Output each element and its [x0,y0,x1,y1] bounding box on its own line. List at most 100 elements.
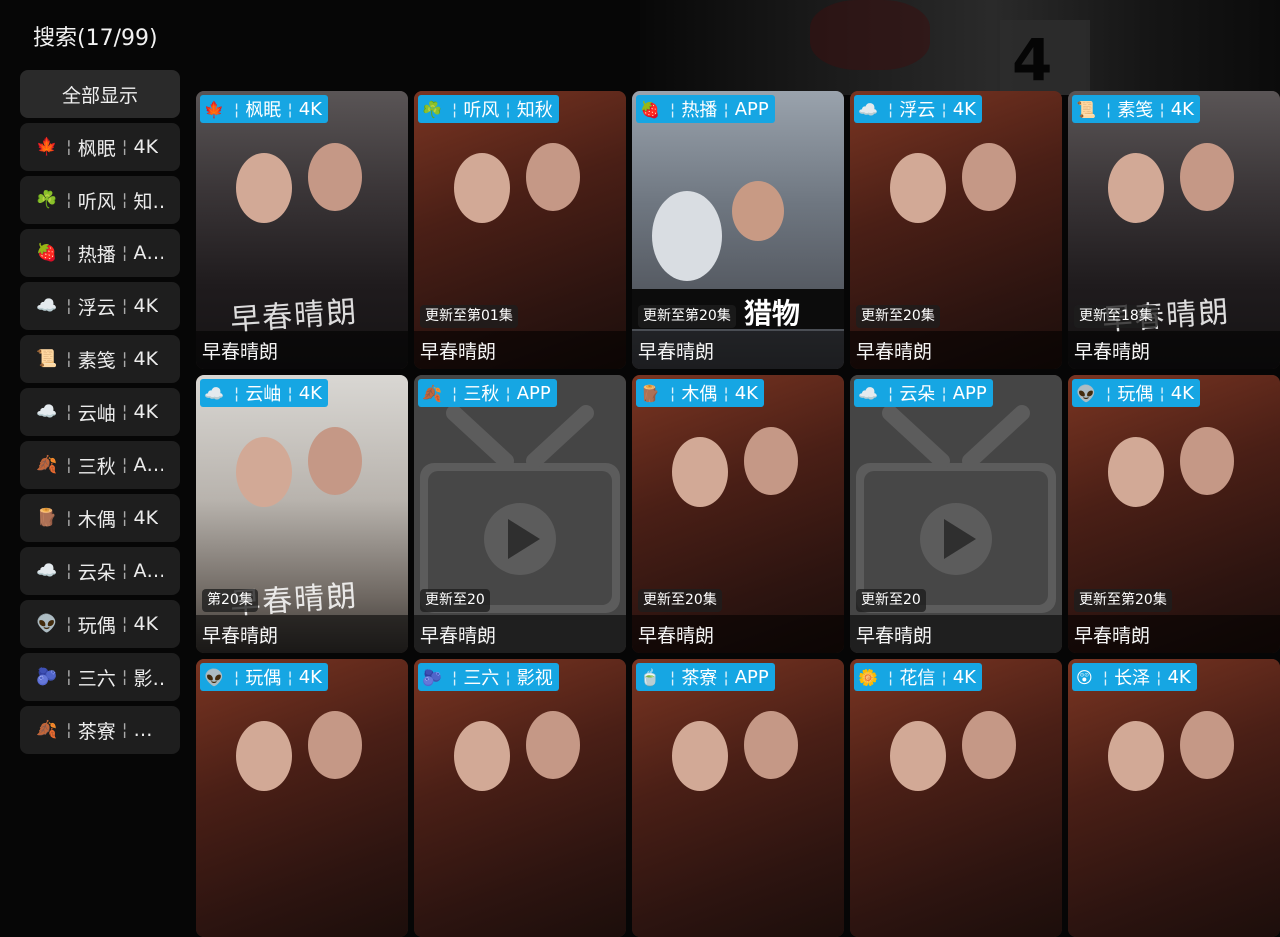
source-filter-item[interactable]: 🍂 ¦ 茶寮 ¦… [20,706,180,754]
episode-badge: 更新至第20集 [1074,589,1172,612]
tv-play-icon [420,405,620,613]
source-name: 素笺 [77,349,116,372]
separator: ¦ [1102,667,1109,687]
episode-badge: 更新至20 [420,589,490,612]
source-emoji-icon: ☁️ [36,402,58,422]
source-emoji-icon: 👽 [204,667,224,687]
result-card[interactable]: ☁️ ¦ 浮云 ¦ 4K 更新至20集 早春晴朗 [850,91,1062,369]
separator: ¦ [121,455,128,475]
poster-strip-text: 猎物 [744,297,801,330]
result-card[interactable]: 猎物 🍓 ¦ 热播 ¦ APP 更新至第20集 早春晴朗 [632,91,844,369]
source-filter-item[interactable]: 🍓 ¦ 热播 ¦ A… [20,229,180,277]
source-filter-item[interactable]: ☁️ ¦ 云岫 ¦ 4K [20,388,180,436]
tv-play-icon [856,405,1056,613]
separator: ¦ [505,99,511,119]
separator: ¦ [121,561,128,581]
separator: ¦ [669,99,676,119]
source-label: 👽 ¦ 玩偶 ¦ 4K [200,663,328,691]
source-filter-item[interactable]: 🍁 ¦ 枫眠 ¦ 4K [20,123,180,171]
source-name: 木偶 [681,384,718,405]
poster-image [1068,659,1280,937]
source-emoji-icon: ☁️ [36,561,58,581]
source-quality: 知… [133,190,163,213]
source-emoji-icon: 🍂 [36,455,58,475]
result-card[interactable]: 🌼 ¦ 花信 ¦ 4K [850,659,1062,937]
result-card[interactable]: 🫐 ¦ 三六 ¦ 影视 [414,659,626,937]
source-quality: 4K [133,613,159,635]
result-card[interactable]: 👽 ¦ 玩偶 ¦ 4K 更新至第20集 早春晴朗 [1068,375,1280,653]
separator: ¦ [233,99,240,119]
result-title: 早春晴朗 [850,615,1062,653]
source-emoji-icon: ☁️ [36,296,58,316]
separator: ¦ [66,349,72,369]
source-name: 云岫 [245,384,282,405]
result-card[interactable]: 🪵 ¦ 木偶 ¦ 4K 更新至20集 早春晴朗 [632,375,844,653]
source-quality: … [133,719,153,741]
separator: ¦ [451,667,458,687]
source-emoji-icon: 🪵 [640,383,660,403]
source-filter-sidebar: 全部显示 🍁¦枫眠¦4K☘️¦听风¦知…🍓¦热播¦A…☁️¦浮云¦4K📜¦素笺¦… [20,70,180,759]
source-emoji-icon: ☁️ [858,99,878,119]
source-filter-item[interactable]: ☁️ ¦ 浮云 ¦ 4K [20,282,180,330]
result-card[interactable]: 👽 ¦ 玩偶 ¦ 4K [196,659,408,937]
separator: ¦ [887,99,894,119]
separator: ¦ [941,99,947,119]
separator: ¦ [505,383,511,403]
source-filter-item[interactable]: ☘️¦听风¦知… [20,176,180,224]
source-quality: 4K [133,507,159,529]
separator: ¦ [66,137,72,157]
source-label: 🌼 ¦ 花信 ¦ 4K [854,663,982,691]
source-label: ☁️ ¦ 浮云 ¦ 4K [854,95,982,123]
result-card[interactable]: 😲 ¦ 长泽 ¦ 4K [1068,659,1280,937]
separator: ¦ [66,667,72,687]
source-filter-item[interactable]: 📜 ¦ 素笺 ¦ 4K [20,335,180,383]
source-emoji-icon: 👽 [36,614,58,634]
source-filter-item[interactable]: ☁️ ¦ 云朵 ¦ A… [20,547,180,595]
source-quality: A… [133,242,164,264]
result-card[interactable]: ☁️ ¦ 云朵 ¦ APP 更新至20 早春晴朗 [850,375,1062,653]
show-all-button[interactable]: 全部显示 [20,70,180,118]
separator: ¦ [121,190,128,210]
source-emoji-icon: ☁️ [204,383,224,403]
separator: ¦ [1159,99,1165,119]
source-emoji-icon: 👽 [1076,383,1096,403]
result-card[interactable]: 早春晴朗 ☁️ ¦ 云岫 ¦ 4K 第20集 早春晴朗 [196,375,408,653]
separator: ¦ [121,137,128,157]
source-quality: 4K [1170,382,1194,404]
source-name: 玩偶 [245,668,282,689]
source-quality: 影… [133,667,163,690]
separator: ¦ [1156,667,1162,687]
source-quality: 4K [952,666,976,688]
source-label: ☁️ ¦ 云朵 ¦ APP [854,379,993,407]
poster-image: 早春晴朗 [196,91,408,369]
separator: ¦ [723,383,729,403]
result-title: 早春晴朗 [850,331,1062,369]
source-quality: APP [734,98,769,120]
result-card[interactable]: 早春晴朗 📜 ¦ 素笺 ¦ 4K 更新至18集 早春晴朗 [1068,91,1280,369]
source-name: 三秋 [77,455,116,478]
separator: ¦ [66,508,72,528]
separator: ¦ [669,383,676,403]
source-name: 三六 [463,668,500,689]
source-quality: 4K [298,98,322,120]
result-card[interactable]: 早春晴朗 🍁 ¦ 枫眠 ¦ 4K 早春晴朗 [196,91,408,369]
separator: ¦ [1105,99,1112,119]
result-card[interactable]: 🍂 ¦ 三秋 ¦ APP 更新至20 早春晴朗 [414,375,626,653]
source-filter-item[interactable]: 🪵 ¦ 木偶 ¦ 4K [20,494,180,542]
result-card[interactable]: 🍵 ¦ 茶寮 ¦ APP [632,659,844,937]
source-filter-item[interactable]: 🫐¦三六¦影… [20,653,180,701]
source-filter-item[interactable]: 🍂 ¦ 三秋 ¦ A… [20,441,180,489]
source-name: 木偶 [77,508,116,531]
separator: ¦ [66,720,72,740]
source-name: 枫眠 [245,100,282,121]
source-name: 云朵 [77,561,116,584]
source-quality: 影视 [516,668,553,689]
result-title: 早春晴朗 [196,331,408,369]
result-title: 早春晴朗 [1068,331,1280,369]
source-emoji-icon: ☘️ [36,190,58,210]
source-filter-item[interactable]: 👽 ¦ 玩偶 ¦ 4K [20,600,180,648]
result-card[interactable]: ☘️ ¦ 听风 ¦ 知秋 更新至第01集 早春晴朗 [414,91,626,369]
separator: ¦ [1105,383,1112,403]
background-banner-text: 4 [1012,26,1053,94]
source-emoji-icon: 📜 [1076,99,1096,119]
